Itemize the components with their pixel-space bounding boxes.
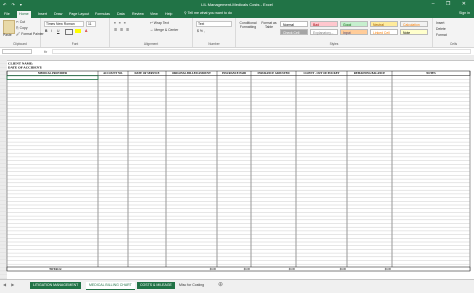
window-controls[interactable]: – ❐ ✕ — [432, 1, 471, 7]
title-bar: ↶ ↷ ▾ LIL Management-Medicals Costs - Ex… — [0, 0, 474, 10]
font-size-select[interactable]: 11 — [86, 21, 96, 27]
wrap-text-button[interactable]: ↵ Wrap Text — [150, 21, 169, 25]
worksheet-grid[interactable]: CLIENT NAME: DATE OF ACCIDENT: MEDICAL PRO… — [0, 60, 474, 279]
cell-style-note[interactable]: Note — [400, 29, 428, 35]
cell-style-linked-cell[interactable]: Linked Cell — [370, 29, 398, 35]
merge-center-label: Merge & Center — [154, 28, 179, 32]
font-name-select[interactable]: Times New Roman — [44, 21, 84, 27]
tell-me-search[interactable]: ⚲ Tell me what you want to do — [184, 11, 232, 15]
tab-data[interactable]: Data — [115, 11, 127, 18]
number-format-select[interactable]: Text — [196, 21, 232, 27]
cells-group: Insert Delete Format Cells — [433, 18, 474, 47]
tell-me-text: Tell me what you want to do — [187, 11, 232, 15]
bold-button[interactable]: B — [45, 29, 47, 33]
cell-style-input[interactable]: Input — [340, 29, 368, 35]
format-cells-button[interactable]: Format — [436, 33, 447, 37]
tab-home[interactable]: Home — [17, 11, 31, 18]
total-value-cell: $0.00 — [289, 268, 296, 271]
cell-style-bad[interactable]: Bad — [310, 21, 338, 27]
alignment-group: ≡ ≡ ≡ ☰ ☰ ☰ ↵ Wrap Text ⇔ Merge & Center… — [110, 18, 193, 47]
total-value-cell: $0.00 — [210, 268, 217, 271]
name-box[interactable] — [2, 49, 32, 54]
number-group: Text $ % , Number — [193, 18, 236, 47]
vertical-align-icons[interactable]: ≡ ≡ ≡ — [114, 21, 127, 25]
paste-icon[interactable] — [3, 20, 15, 34]
conditional-formatting-button[interactable]: Conditional Formatting — [238, 21, 258, 29]
styles-group: Conditional Formatting Format as Table S… — [236, 18, 433, 47]
formula-input[interactable] — [52, 49, 471, 54]
tab-draw[interactable]: Draw — [52, 11, 64, 18]
cell-style-explanatory[interactable]: Explanatory... — [310, 29, 338, 35]
total-value-cell: $0.00 — [385, 268, 392, 271]
totals-row — [6, 266, 471, 272]
add-sheet-icon[interactable]: ⊕ — [218, 281, 223, 288]
table-header-cell: CLIENT - OUT OF POCKET — [303, 72, 339, 75]
copy-label: Copy — [19, 26, 28, 30]
table-header-cell: REMAINING BALANCE — [354, 72, 385, 75]
row-number-column — [0, 60, 7, 279]
sheet-nav-arrows[interactable]: ◀ ▶ — [3, 282, 16, 287]
sheet-tab-litigation[interactable]: LITIGATION MANAGEMENT — [30, 282, 82, 289]
delete-cells-button[interactable]: Delete — [436, 27, 446, 31]
table-header-cell: INSURANCE PAID — [222, 72, 246, 75]
wrap-text-label: Wrap Text — [153, 21, 169, 25]
number-format-buttons[interactable]: $ % , — [197, 29, 205, 33]
tab-review[interactable]: Review — [130, 11, 146, 18]
format-as-table-button[interactable]: Format as Table — [260, 21, 278, 29]
cell-style-good[interactable]: Good — [340, 21, 368, 27]
font-color-icon[interactable]: A — [85, 29, 87, 33]
alignment-group-label: Alignment — [143, 42, 159, 46]
underline-button[interactable]: U — [57, 29, 59, 33]
sheet-tab-misc[interactable]: Misc for Costing — [176, 282, 207, 289]
tab-page-layout[interactable]: Page Layout — [67, 11, 91, 18]
ribbon-tab-bar: File Home Insert Draw Page Layout Formul… — [0, 10, 474, 18]
table-header-cell: MEDICAL PROVIDER — [38, 72, 68, 75]
tab-file[interactable]: File — [2, 11, 12, 18]
tab-formulas[interactable]: Formulas — [93, 11, 112, 18]
fx-icon[interactable]: fx — [44, 49, 47, 54]
font-group-label: Font — [71, 42, 79, 46]
sign-in-link[interactable]: Sign in — [459, 11, 470, 15]
horizontal-align-icons[interactable]: ☰ ☰ ☰ — [114, 28, 130, 32]
totals-label: TOTALS: — [49, 267, 62, 271]
tab-insert[interactable]: Insert — [36, 11, 49, 18]
cut-button[interactable]: ✂ Cut — [16, 20, 25, 24]
cut-label: Cut — [19, 20, 26, 24]
cell-style-normal[interactable]: Normal — [280, 21, 308, 27]
table-header-cell: INSURANCE ADJUSTED — [258, 72, 290, 75]
insert-cells-button[interactable]: Insert — [436, 21, 444, 25]
copy-button[interactable]: ⎘ Copy — [16, 26, 28, 30]
cell-style-neutral[interactable]: Neutral — [370, 21, 398, 27]
borders-icon[interactable] — [65, 29, 73, 35]
styles-group-label: Styles — [329, 42, 339, 46]
clipboard-group-label: Clipboard — [13, 42, 27, 46]
clipboard-group: Paste ✂ Cut ⎘ Copy 🖌 Format Painter Clip… — [0, 18, 44, 47]
font-group: Times New Roman 11 B I U A Font — [41, 18, 110, 47]
cells-group-label: Cells — [449, 42, 458, 46]
sheet-tab-bar: ◀ ▶ LITIGATION MANAGEMENT MEDICAL BILLIN… — [0, 279, 474, 293]
italic-button[interactable]: I — [51, 29, 52, 33]
table-header-cell: NOTES — [426, 72, 436, 75]
tab-help[interactable]: Help — [163, 11, 174, 18]
paste-button[interactable]: Paste — [3, 33, 12, 37]
worksheet-svg: CLIENT NAME:DATE OF ACCIDENT:MEDICAL PRO… — [0, 60, 471, 279]
window-title: LIL Management-Medicals Costs - Excel — [201, 2, 273, 7]
ribbon: Paste ✂ Cut ⎘ Copy 🖌 Format Painter Clip… — [0, 18, 474, 48]
total-value-cell: $0.00 — [244, 268, 251, 271]
tab-view[interactable]: View — [148, 11, 160, 18]
table-header-cell: DATE OF SERVICE — [134, 72, 159, 75]
total-value-cell: $0.00 — [340, 268, 347, 271]
sheet-tab-medical-billing[interactable]: MEDICAL BILLING CHART — [86, 282, 135, 290]
merge-center-button[interactable]: ⇔ Merge & Center — [150, 28, 178, 32]
format-painter-button[interactable]: 🖌 Format Painter — [16, 32, 44, 36]
table-header-cell: ORIGINAL BILLED AMOUNT — [172, 72, 211, 75]
selected-cell — [6, 75, 99, 80]
fill-color-icon[interactable] — [75, 29, 81, 33]
number-group-label: Number — [208, 42, 220, 46]
table-header-cell: ACCOUNT NO. — [103, 72, 123, 75]
cell-style-calculation[interactable]: Calculation — [400, 21, 428, 27]
cell-style-check-cell[interactable]: Check Cell — [280, 29, 308, 35]
date-of-accident-label: DATE OF ACCIDENT: — [8, 66, 42, 70]
sheet-tab-costs-mileage[interactable]: COSTS & MILEAGE — [137, 282, 175, 289]
